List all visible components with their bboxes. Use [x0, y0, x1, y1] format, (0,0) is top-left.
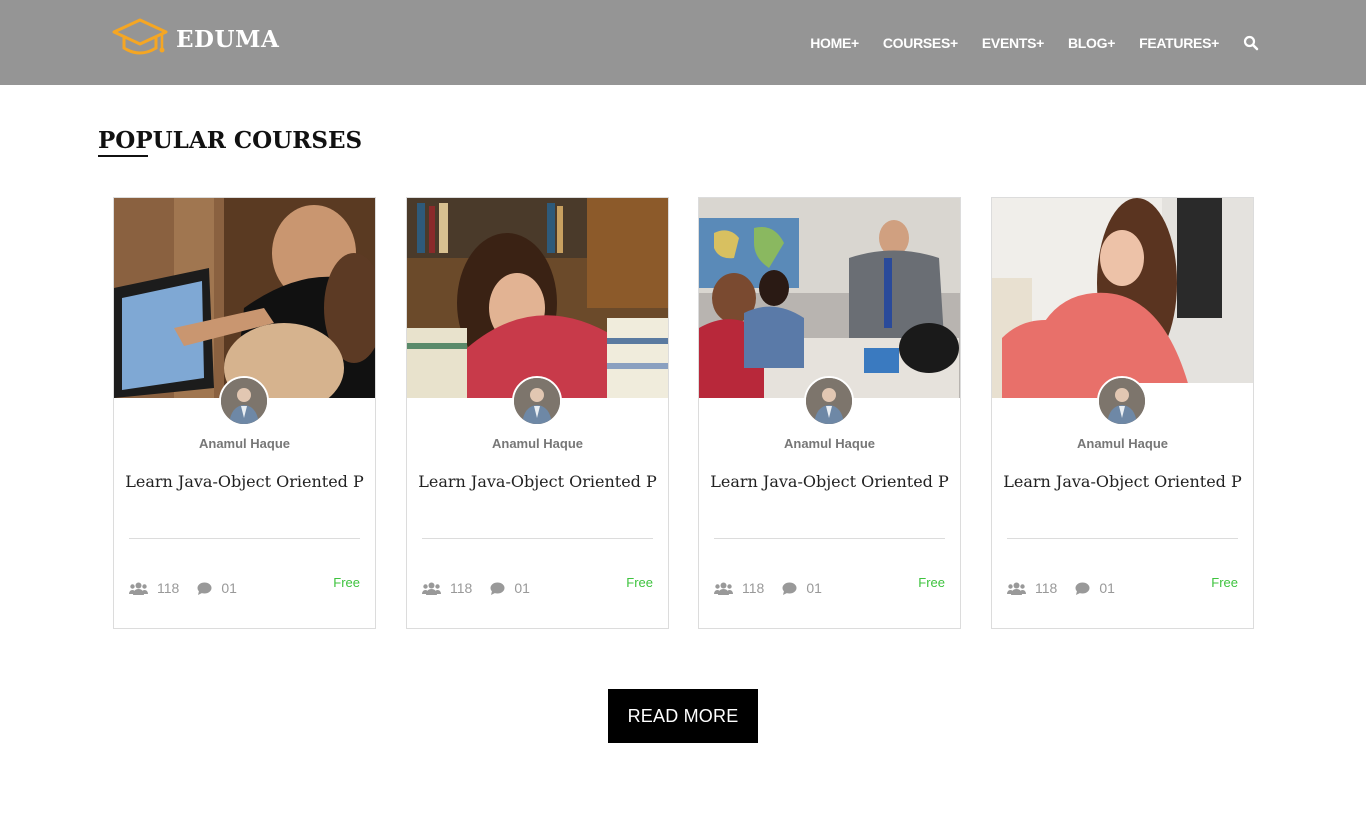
users-icon	[714, 582, 733, 595]
card-divider	[1007, 538, 1238, 539]
author-name[interactable]: Anamul Haque	[699, 436, 960, 451]
title-underline	[98, 155, 148, 157]
author-avatar[interactable]	[1097, 376, 1147, 426]
course-title[interactable]: Learn Java-Object Oriented P	[699, 472, 960, 491]
course-price: Free	[918, 575, 945, 590]
site-header: EDUMA HOME+ COURSES+ EVENTS+ BLOG+ FEATU…	[0, 0, 1366, 85]
users-icon	[129, 582, 148, 595]
course-meta: 118 01	[1007, 580, 1115, 596]
read-more-button[interactable]: READ MORE	[608, 689, 758, 743]
course-image[interactable]	[407, 198, 668, 398]
logo-text: EDUMA	[176, 25, 280, 53]
section-title: POPULAR COURSES	[98, 127, 363, 154]
course-meta: 118 01	[129, 580, 237, 596]
graduation-cap-icon	[112, 18, 168, 55]
nav-courses[interactable]: COURSES+	[883, 35, 958, 51]
comments-count: 01	[514, 580, 530, 596]
students-count: 118	[450, 580, 473, 596]
author-name[interactable]: Anamul Haque	[114, 436, 375, 451]
comments-count: 01	[221, 580, 237, 596]
comment-icon	[197, 582, 212, 595]
users-icon	[1007, 582, 1026, 595]
comment-icon	[1075, 582, 1090, 595]
card-divider	[129, 538, 360, 539]
comment-icon	[490, 582, 505, 595]
course-image[interactable]	[114, 198, 375, 398]
students-count: 118	[742, 580, 765, 596]
author-avatar[interactable]	[804, 376, 854, 426]
course-card[interactable]: Anamul Haque Learn Java-Object Oriented …	[991, 197, 1254, 629]
course-title[interactable]: Learn Java-Object Oriented P	[992, 472, 1253, 491]
nav-blog[interactable]: BLOG+	[1068, 35, 1115, 51]
course-price: Free	[1211, 575, 1238, 590]
comment-icon	[782, 582, 797, 595]
course-card[interactable]: Anamul Haque Learn Java-Object Oriented …	[113, 197, 376, 629]
users-icon	[422, 582, 441, 595]
card-divider	[422, 538, 653, 539]
course-title[interactable]: Learn Java-Object Oriented P	[407, 472, 668, 491]
main-nav: HOME+ COURSES+ EVENTS+ BLOG+ FEATURES+	[786, 35, 1259, 51]
course-card[interactable]: Anamul Haque Learn Java-Object Oriented …	[406, 197, 669, 629]
comments-count: 01	[806, 580, 822, 596]
course-card[interactable]: Anamul Haque Learn Java-Object Oriented …	[698, 197, 961, 629]
course-price: Free	[626, 575, 653, 590]
course-image[interactable]	[992, 198, 1253, 398]
nav-events[interactable]: EVENTS+	[982, 35, 1044, 51]
comments-count: 01	[1099, 580, 1115, 596]
author-avatar[interactable]	[512, 376, 562, 426]
course-title[interactable]: Learn Java-Object Oriented P	[114, 472, 375, 491]
students-count: 118	[1035, 580, 1058, 596]
nav-features[interactable]: FEATURES+	[1139, 35, 1219, 51]
author-name[interactable]: Anamul Haque	[992, 436, 1253, 451]
course-price: Free	[333, 575, 360, 590]
students-count: 118	[157, 580, 180, 596]
author-name[interactable]: Anamul Haque	[407, 436, 668, 451]
logo[interactable]: EDUMA	[112, 18, 279, 60]
card-divider	[714, 538, 945, 539]
course-meta: 118 01	[714, 580, 822, 596]
nav-home[interactable]: HOME+	[810, 35, 859, 51]
author-avatar[interactable]	[219, 376, 269, 426]
course-image[interactable]	[699, 198, 960, 398]
search-icon[interactable]	[1243, 35, 1259, 51]
course-meta: 118 01	[422, 580, 530, 596]
